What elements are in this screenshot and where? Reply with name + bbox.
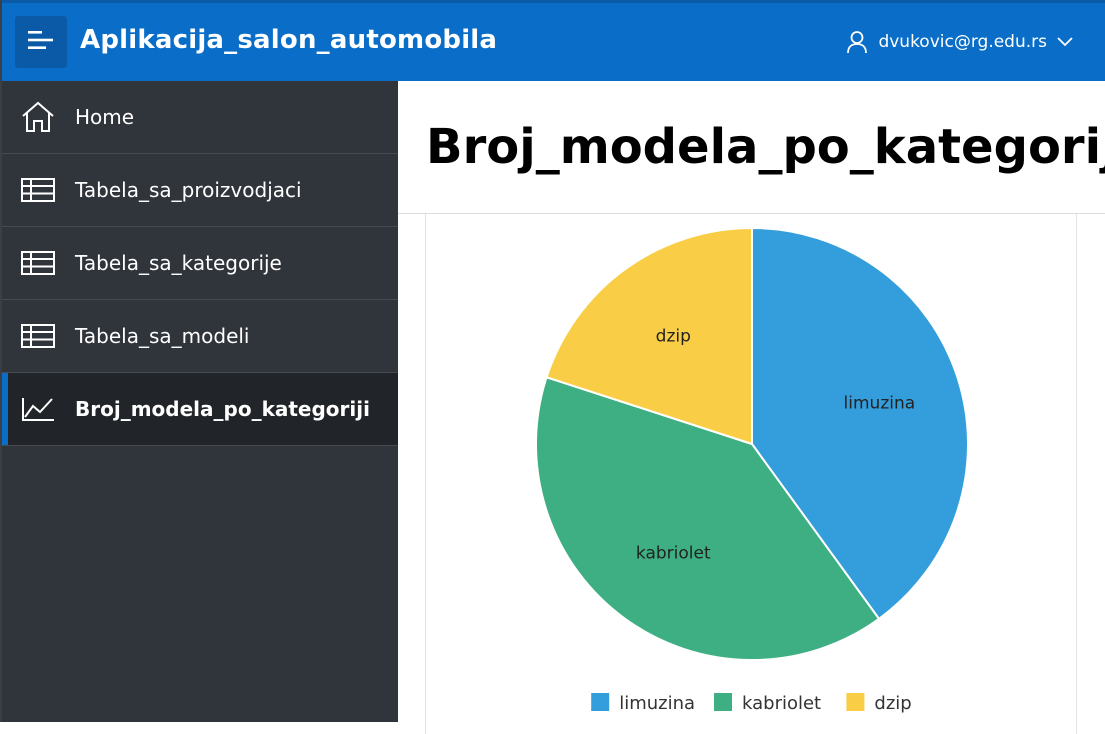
sidebar-item-label: Tabela_sa_modeli <box>75 324 250 348</box>
line-chart-icon <box>21 392 55 426</box>
table-icon <box>21 246 55 280</box>
app-header: Aplikacija_salon_automobila dvukovic@rg.… <box>0 0 1105 81</box>
page-title: Broj_modela_po_kategoriji <box>426 119 1105 175</box>
table-icon <box>21 319 55 353</box>
sidebar-item-home[interactable]: Home <box>0 81 398 154</box>
chevron-down-icon <box>1057 37 1073 47</box>
user-name: dvukovic@rg.edu.rs <box>878 32 1047 52</box>
user-icon <box>846 30 868 54</box>
sidebar-item-broj-modela-po-kategoriji[interactable]: Broj_modela_po_kategoriji <box>0 373 398 446</box>
hamburger-menu-icon <box>28 29 54 55</box>
home-icon <box>21 100 55 134</box>
sidebar-item-label: Broj_modela_po_kategoriji <box>75 397 370 421</box>
sidebar-item-tabela-sa-kategorije[interactable]: Tabela_sa_kategorije <box>0 227 398 300</box>
table-icon <box>21 173 55 207</box>
sidebar-item-tabela-sa-modeli[interactable]: Tabela_sa_modeli <box>0 300 398 373</box>
sidebar-nav: Home Tabela_sa_proizvodjaci Tabela_sa_ka… <box>0 81 398 722</box>
user-menu[interactable]: dvukovic@rg.edu.rs <box>846 30 1073 54</box>
menu-toggle-button[interactable] <box>15 16 67 68</box>
sidebar-item-label: Tabela_sa_proizvodjaci <box>75 178 302 202</box>
page-title-bar: Broj_modela_po_kategoriji <box>398 81 1105 214</box>
chart-region <box>425 214 1077 734</box>
app-title[interactable]: Aplikacija_salon_automobila <box>80 25 497 55</box>
main-content: Broj_modela_po_kategoriji <box>398 81 1105 734</box>
sidebar-item-tabela-sa-proizvodjaci[interactable]: Tabela_sa_proizvodjaci <box>0 154 398 227</box>
window-edge <box>0 0 2 722</box>
sidebar-item-label: Tabela_sa_kategorije <box>75 251 282 275</box>
sidebar-item-label: Home <box>75 105 135 129</box>
